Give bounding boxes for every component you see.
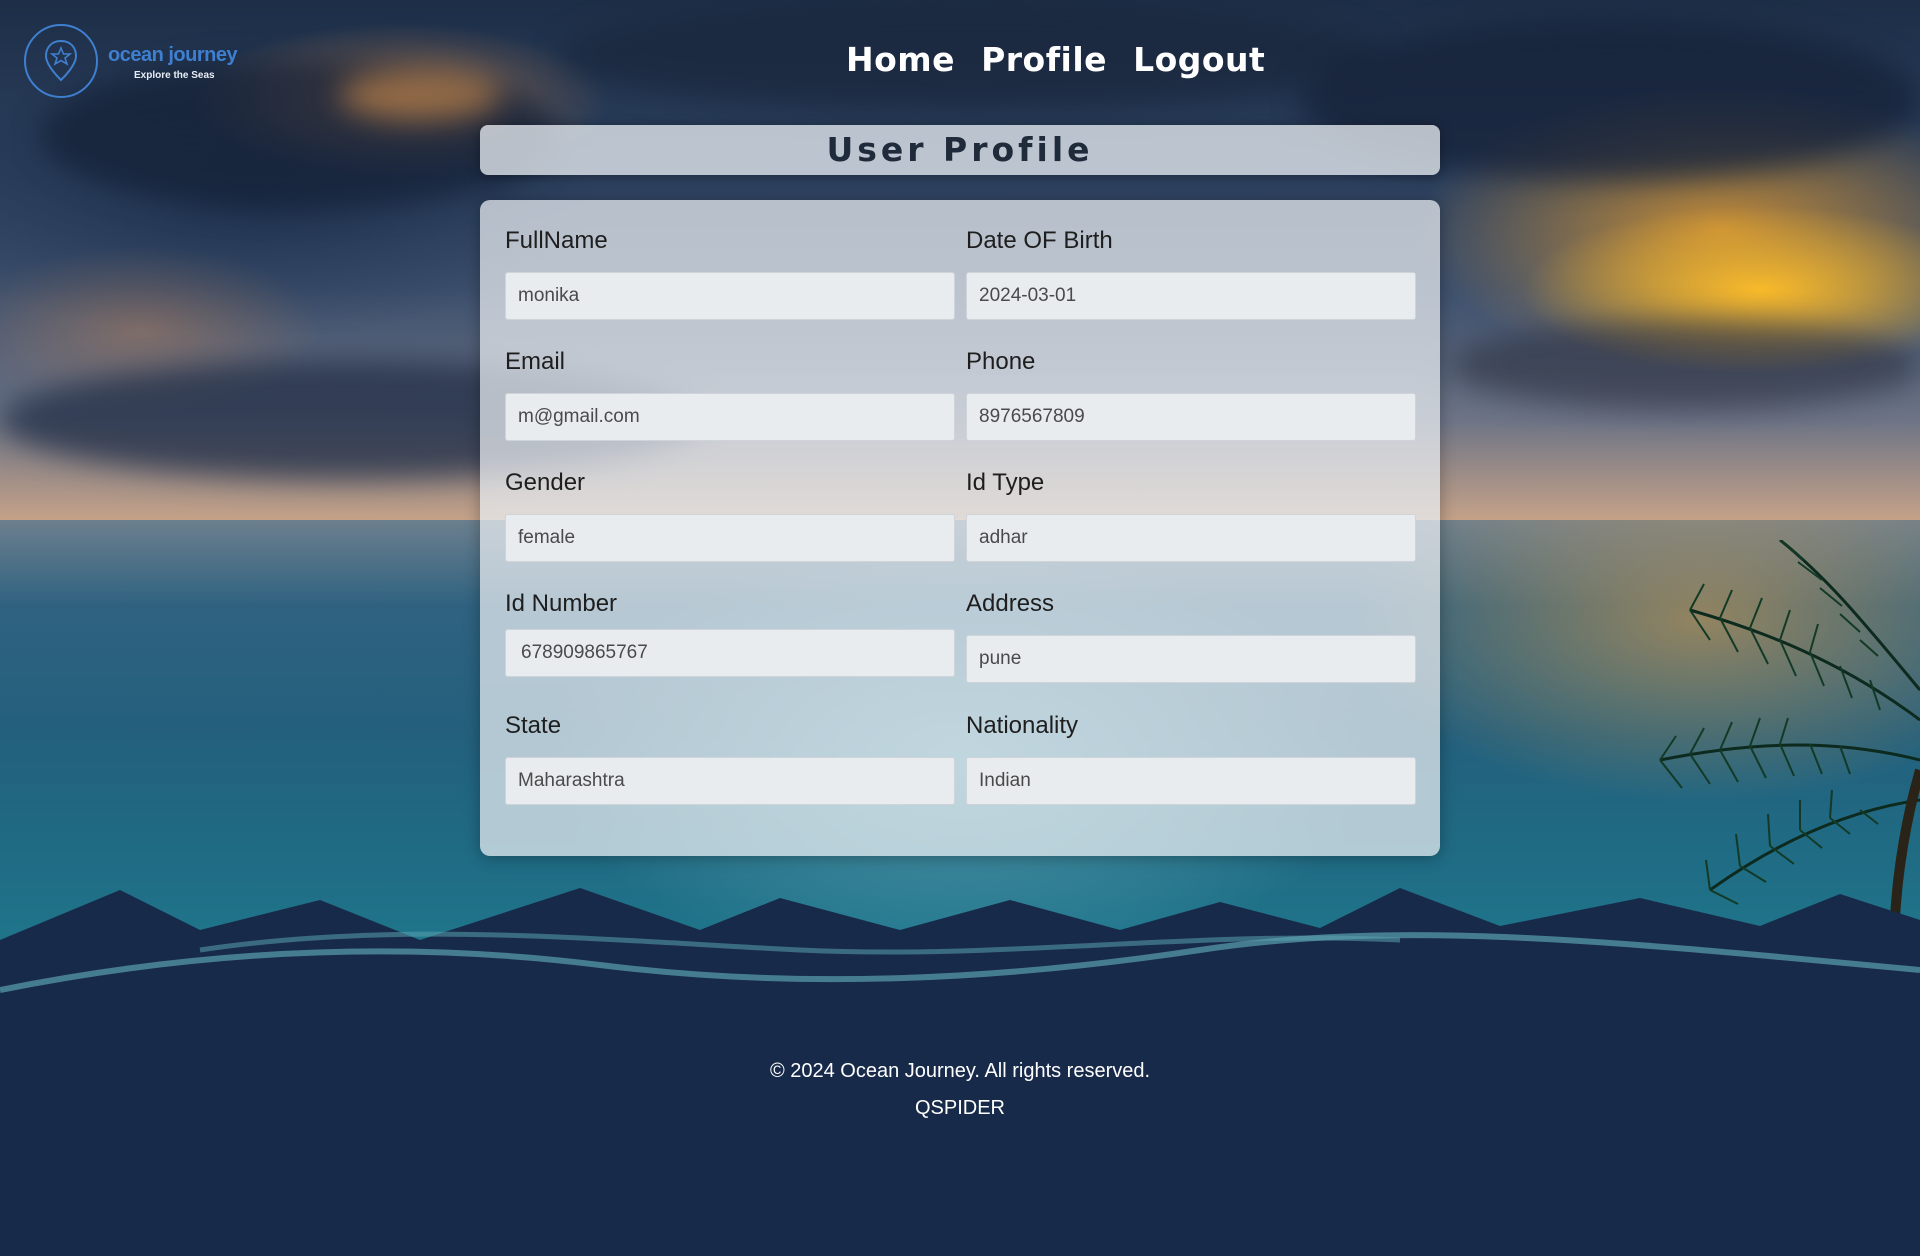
fullname-label: FullName [505,227,608,254]
nationality-field[interactable]: Indian [966,757,1416,805]
cloud-glow [340,70,500,120]
nav-logout-link[interactable]: Logout [1133,40,1265,79]
phone-label: Phone [966,348,1036,375]
email-field[interactable]: m@gmail.com [505,393,955,441]
fullname-field[interactable]: monika [505,272,955,320]
gender-field[interactable]: female [505,514,955,562]
phone-group: Phone 8976567809 [966,345,1416,441]
state-group: State Maharashtra [505,709,955,805]
address-field[interactable]: pune [966,635,1416,683]
email-group: Email m@gmail.com [505,345,955,441]
cloud [1450,320,1920,410]
dob-label: Date OF Birth [966,227,1113,254]
nav-profile-link[interactable]: Profile [981,40,1107,79]
gender-group: Gender female [505,466,955,562]
id-type-group: Id Type adhar [966,466,1416,562]
state-label: State [505,712,562,739]
nationality-group: Nationality Indian [966,709,1416,805]
email-label: Email [505,348,566,375]
dob-group: Date OF Birth 2024-03-01 [966,224,1416,320]
logo-title: ocean journey [108,44,238,66]
phone-field[interactable]: 8976567809 [966,393,1416,441]
profile-card: FullName monika Date OF Birth 2024-03-01… [480,200,1440,856]
id-number-group: Id Number 678909865767 [505,587,955,677]
id-type-field[interactable]: adhar [966,514,1416,562]
profile-title-bar: User Profile [480,125,1440,175]
page-footer: © 2024 Ocean Journey. All rights reserve… [0,1060,1920,1120]
nationality-label: Nationality [966,712,1079,739]
logo-subtitle: Explore the Seas [134,70,215,81]
state-field[interactable]: Maharashtra [505,757,955,805]
location-pin-star-icon [24,24,98,98]
site-logo[interactable]: ocean journey Explore the Seas [24,24,254,100]
gender-label: Gender [505,469,586,496]
nav-home-link[interactable]: Home [846,40,955,79]
fullname-group: FullName monika [505,224,955,320]
dob-field[interactable]: 2024-03-01 [966,272,1416,320]
page-title: User Profile [826,130,1094,169]
address-label: Address [966,590,1055,617]
id-number-field[interactable]: 678909865767 [505,629,955,677]
id-type-label: Id Type [966,469,1045,496]
wave-divider [0,888,1920,1000]
copyright-text: © 2024 Ocean Journey. All rights reserve… [769,1060,1151,1082]
id-number-label: Id Number [505,590,618,617]
company-name: QSPIDER [914,1097,1006,1119]
main-nav: Home Profile Logout [846,40,1265,79]
address-group: Address pune [966,587,1416,683]
